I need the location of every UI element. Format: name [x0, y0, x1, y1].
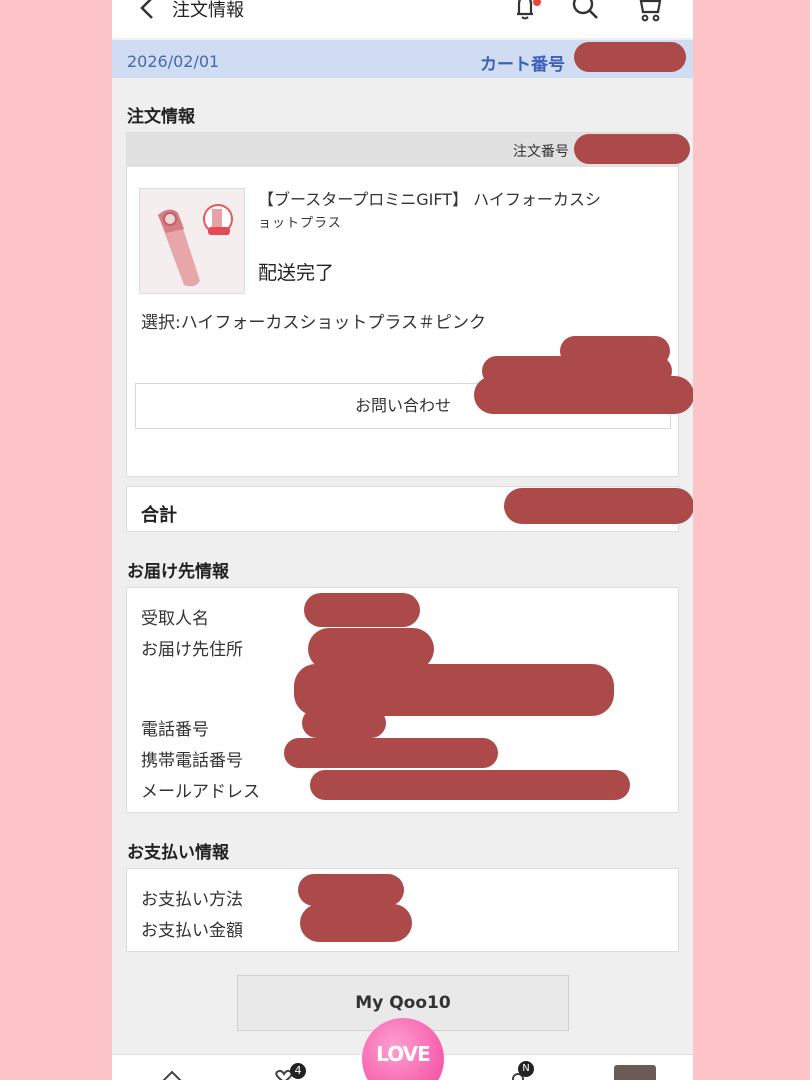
chevron-left-icon[interactable]: [134, 0, 162, 22]
phone-label: 電話番号: [141, 720, 209, 740]
notice-badge: N: [518, 1061, 534, 1077]
product-thumbnail[interactable]: [139, 188, 245, 294]
love-label: LOVE: [376, 1042, 431, 1066]
address-label: お届け先住所: [141, 640, 243, 660]
search-icon[interactable]: [570, 0, 600, 22]
redaction: [310, 770, 630, 800]
redaction: [302, 708, 386, 738]
redaction: [474, 376, 693, 414]
payment-section-title: お支払い情報: [127, 843, 229, 863]
redaction: [504, 488, 693, 524]
redaction: [304, 593, 420, 627]
redaction: [574, 42, 686, 72]
redaction: [300, 904, 412, 942]
order-number-label: 注文番号: [513, 144, 569, 160]
page-title: 注文情報: [172, 0, 244, 21]
redaction: [298, 874, 404, 906]
product-image: [140, 189, 244, 293]
cart-icon[interactable]: [632, 0, 664, 24]
payment-amount-label: お支払い金額: [141, 921, 243, 941]
order-card: 注文番号 【ブースタープロミニGIFT】 ハイフォーカスシ ョットプラス 配送完…: [126, 132, 679, 477]
product-name-line2: ョットプラス: [258, 216, 342, 231]
delivery-status: 配送完了: [258, 262, 335, 284]
mobile-phone-label: 携帯電話番号: [141, 751, 243, 771]
order-section-title: 注文情報: [127, 107, 195, 127]
total-label: 合計: [141, 505, 177, 526]
redaction: [574, 134, 690, 164]
avatar[interactable]: [614, 1065, 656, 1080]
email-label: メールアドレス: [141, 782, 260, 802]
cart-number-label: カート番号: [480, 55, 565, 75]
delivery-section-title: お届け先情報: [127, 562, 229, 582]
product-option: 選択:ハイフォーカスショットプラス＃ピンク: [141, 313, 487, 333]
payment-method-label: お支払い方法: [141, 890, 243, 910]
app-screen: 注文情報 2026/02/01 カート番号 注文情報 注文番号 【ブースタープロ…: [112, 0, 693, 1080]
product-name-line1: 【ブースタープロミニGIFT】 ハイフォーカスシ: [258, 190, 601, 209]
top-bar: 注文情報: [112, 0, 693, 38]
product-name[interactable]: 【ブースタープロミニGIFT】 ハイフォーカスシ ョットプラス: [258, 188, 678, 236]
recipient-name-label: 受取人名: [141, 609, 209, 629]
home-icon[interactable]: [160, 1069, 184, 1080]
order-date: 2026/02/01: [127, 52, 220, 71]
wishlist-badge: 4: [290, 1063, 306, 1079]
redaction: [284, 738, 498, 768]
